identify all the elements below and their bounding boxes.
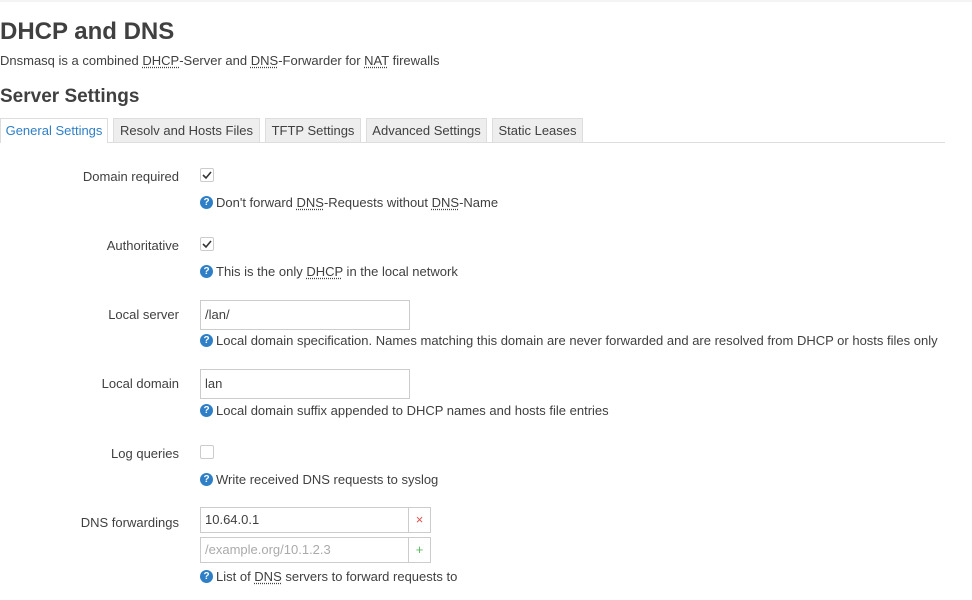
question-circle-icon: ? (200, 473, 213, 486)
local-domain-label: Local domain (101, 376, 179, 391)
log-queries-checkbox[interactable] (200, 445, 214, 459)
settings-tabs: General Settings Resolv and Hosts Files … (0, 118, 945, 143)
authoritative-help: ? This is the only DHCP in the local netw… (200, 264, 458, 280)
local-server-help: ? Local domain specification. Names match… (200, 333, 938, 349)
question-circle-icon: ? (200, 265, 213, 278)
local-server-label: Local server (108, 307, 179, 322)
checkmark-icon (202, 171, 212, 180)
abbr-dns: DNS (431, 195, 460, 210)
help-text: This is the only (216, 264, 307, 279)
page-title: DHCP and DNS (0, 18, 175, 45)
top-border (0, 0, 972, 2)
abbr-dns: DNS (296, 195, 324, 210)
dns-forwarding-new-input[interactable]: /example.org/10.1.2.3 (200, 537, 409, 563)
local-domain-help: ? Local domain suffix appended to DHCP na… (200, 403, 609, 419)
help-text: Write received DNS requests to syslog (216, 472, 439, 487)
help-text: -Name (459, 195, 499, 210)
tab-tftp-settings[interactable]: TFTP Settings (265, 118, 361, 142)
dns-forwarding-entry-input[interactable]: 10.64.0.1 (200, 507, 409, 533)
question-circle-icon: ? (200, 196, 213, 209)
authoritative-checkbox[interactable] (200, 237, 214, 251)
local-domain-input[interactable]: lan (200, 369, 410, 399)
abbr-nat: NAT (364, 53, 389, 68)
section-title: Server Settings (0, 86, 140, 107)
help-text: List of (216, 569, 255, 584)
help-text: Don't forward (216, 195, 297, 210)
log-queries-help: ? Write received DNS requests to syslog (200, 472, 438, 488)
help-text: Local domain suffix appended to DHCP nam… (216, 403, 609, 418)
description-text: Dnsmasq is a combined (0, 53, 143, 68)
page-description: Dnsmasq is a combined DHCP-Server and DN… (0, 53, 440, 69)
description-text: -Server and (179, 53, 251, 68)
authoritative-label: Authoritative (106, 238, 179, 253)
abbr-dhcp: DHCP (306, 264, 343, 279)
question-circle-icon: ? (200, 334, 213, 347)
tab-static-leases[interactable]: Static Leases (492, 118, 583, 142)
log-queries-label: Log queries (111, 446, 179, 461)
description-text: -Forwarder for (278, 53, 365, 68)
abbr-dhcp: DHCP (142, 53, 180, 68)
help-text: servers to forward requests to (281, 569, 458, 584)
domain-required-help: ? Don't forward DNS-Requests without DNS-… (200, 195, 498, 211)
dns-forwardings-help: ? List of DNS servers to forward requests… (200, 569, 457, 585)
question-circle-icon: ? (200, 570, 213, 583)
checkmark-icon (202, 240, 212, 249)
abbr-dns: DNS (250, 53, 279, 68)
remove-entry-button[interactable]: × (409, 507, 431, 533)
dns-forwardings-label: DNS forwardings (80, 515, 179, 530)
local-server-input[interactable]: /lan/ (200, 300, 410, 330)
help-text: Local domain specification. Names matchi… (216, 333, 938, 348)
description-text: firewalls (388, 53, 440, 68)
question-circle-icon: ? (200, 404, 213, 417)
domain-required-checkbox[interactable] (200, 168, 214, 182)
help-text: -Requests without (323, 195, 432, 210)
tab-advanced-settings[interactable]: Advanced Settings (366, 118, 487, 142)
tab-general-settings[interactable]: General Settings (0, 118, 108, 143)
abbr-dns: DNS (254, 569, 282, 584)
tab-resolv-hosts-files[interactable]: Resolv and Hosts Files (113, 118, 260, 142)
add-entry-button[interactable]: + (409, 537, 431, 563)
help-text: in the local network (342, 264, 458, 279)
domain-required-label: Domain required (82, 169, 179, 184)
